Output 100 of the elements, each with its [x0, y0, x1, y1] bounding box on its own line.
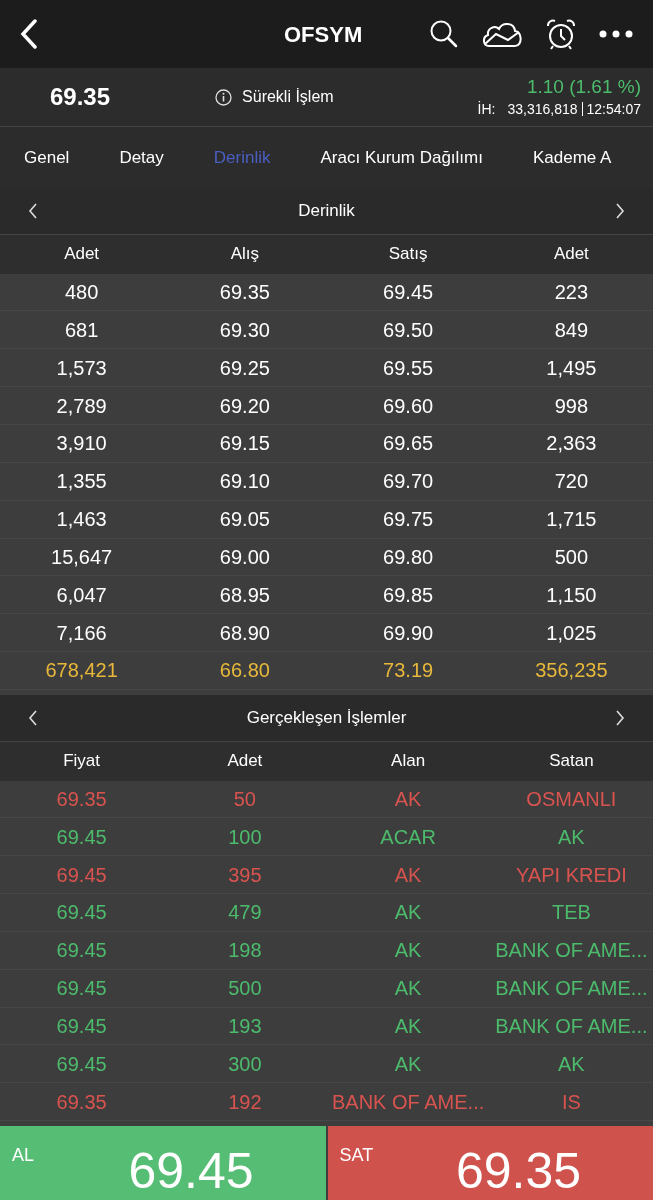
table-cell-text: 849 — [554, 317, 589, 343]
volume-value: 33,316,818 — [507, 99, 578, 119]
table-cell-text: AK — [394, 1051, 422, 1077]
info-icon[interactable] — [215, 88, 233, 106]
table-cell-text: 500 — [228, 976, 262, 1002]
table-cell-text: 681 — [64, 317, 99, 343]
table-cell-text: 69.20 — [219, 393, 270, 419]
tab[interactable]: Aracı Kurum Dağılımı — [320, 144, 483, 171]
table-cell-text: 69.45 — [56, 862, 107, 888]
section-title: Derinlik — [298, 200, 355, 223]
table-cell-text: 479 — [228, 900, 262, 926]
table-cell-text: 15,647 — [51, 544, 113, 570]
table-cell-text: 356,235 — [535, 658, 608, 684]
table-cell-text: 66.80 — [219, 658, 270, 684]
table-cell-text: YAPI KREDI — [516, 862, 627, 888]
table-cell-text: 68.90 — [219, 620, 270, 646]
table-cell-text: 500 — [554, 544, 589, 570]
table-cell-text: 69.65 — [383, 431, 434, 457]
table-cell-text: 998 — [554, 393, 589, 419]
table-cell-text: BANK OF AME... — [332, 1089, 485, 1115]
table-cell-text: 3,910 — [56, 431, 107, 457]
table-cell-text: 69.05 — [219, 507, 270, 533]
table-cell-text: 100 — [228, 824, 262, 850]
table-cell-text: 223 — [554, 280, 589, 306]
table-cell-text: AK — [394, 862, 422, 888]
last-price: 69.35 — [50, 82, 111, 112]
table-cell-text: TEB — [551, 900, 591, 926]
tab[interactable]: Genel — [24, 144, 70, 171]
table-cell-text: 6,047 — [56, 582, 107, 608]
column-header: Adet — [553, 243, 589, 266]
table-cell-text: 1,715 — [546, 507, 597, 533]
table-cell-text: 2,363 — [546, 431, 597, 457]
table-cell-text: BANK OF AME... — [495, 976, 648, 1002]
table-cell-text: 720 — [554, 469, 589, 495]
table-cell-text: 69.45 — [56, 900, 107, 926]
table-cell-text: 1,573 — [56, 355, 107, 381]
table-cell-text: AK — [558, 1051, 585, 1077]
chevron-right-icon[interactable] — [615, 709, 625, 726]
back-icon[interactable] — [20, 19, 38, 49]
table-cell-text: 69.75 — [383, 507, 434, 533]
column-header: Satan — [549, 750, 594, 773]
table-cell-text: 69.45 — [56, 1051, 107, 1077]
table-cell-text: 69.10 — [219, 469, 270, 495]
more-icon[interactable] — [599, 30, 633, 38]
alarm-clock-icon[interactable] — [545, 18, 577, 50]
table-cell-text: 69.30 — [219, 317, 270, 343]
table-cell-text: 395 — [228, 862, 262, 888]
table-cell-text: 69.50 — [383, 317, 434, 343]
table-cell-text: 69.45 — [56, 1014, 107, 1039]
chevron-left-icon[interactable] — [28, 202, 38, 219]
table-cell-text: 69.35 — [56, 1089, 107, 1115]
column-header: Adet — [64, 243, 100, 266]
table-cell-text: 2,789 — [56, 393, 107, 419]
table-cell-text: 69.85 — [383, 582, 434, 608]
table-cell-text: 1,025 — [546, 620, 597, 646]
table-cell-text: 69.25 — [219, 355, 270, 381]
table-cell-text: 68.95 — [219, 582, 270, 608]
table-cell-text: AK — [394, 786, 422, 812]
table-cell-text: ACAR — [380, 824, 436, 850]
table-cell-text: 480 — [64, 280, 99, 306]
table-cell-text: 198 — [228, 938, 262, 964]
table-cell-text: 69.45 — [56, 938, 107, 964]
table-cell-text: 1,355 — [56, 469, 107, 495]
table-cell-text: 73.19 — [383, 658, 434, 684]
column-header: Alan — [391, 750, 426, 773]
table-cell-text: AK — [394, 900, 422, 926]
table-cell-text: 69.60 — [383, 393, 434, 419]
column-header: Alış — [230, 243, 260, 266]
table-cell-text: AK — [558, 824, 585, 850]
table-cell-text: 50 — [233, 786, 256, 812]
tab[interactable]: Kademe A — [533, 144, 612, 171]
window-title: OFSYM — [284, 20, 363, 49]
tab[interactable]: Detay — [119, 144, 164, 171]
table-cell-text: 7,166 — [56, 620, 107, 646]
table-cell-text: IS — [561, 1089, 581, 1115]
session-status: Sürekli İşlem — [242, 87, 334, 107]
table-cell-text: 192 — [228, 1089, 262, 1115]
price-change: 1.10 (1.61 %) — [526, 74, 641, 99]
column-header: Satış — [388, 243, 428, 266]
table-cell-text: 1,150 — [546, 582, 597, 608]
table-cell-text: 69.35 — [219, 280, 270, 306]
column-header: Adet — [227, 750, 263, 773]
chevron-right-icon[interactable] — [615, 202, 625, 219]
table-cell-text: 69.35 — [56, 786, 107, 812]
volume-label: İH: — [477, 99, 496, 119]
table-cell-text: 678,421 — [45, 658, 118, 684]
section-title: Gerçekleşen İşlemler — [246, 707, 407, 730]
search-icon[interactable] — [429, 19, 459, 49]
table-cell-text: 69.90 — [383, 620, 434, 646]
table-cell-text: 69.45 — [56, 824, 107, 850]
chevron-left-icon[interactable] — [28, 709, 38, 726]
table-cell-text: 69.45 — [56, 976, 107, 1002]
table-cell-text: 69.45 — [383, 280, 434, 306]
column-header: Fiyat — [63, 750, 101, 773]
table-cell-text: 69.15 — [219, 431, 270, 457]
table-cell-text: AK — [394, 976, 422, 1002]
table-cell-text: 300 — [228, 1051, 262, 1077]
table-cell-text: 69.55 — [383, 355, 434, 381]
table-cell-text: 1,495 — [546, 355, 597, 381]
sell-button[interactable]: SAT 69.35 — [327, 1126, 653, 1200]
